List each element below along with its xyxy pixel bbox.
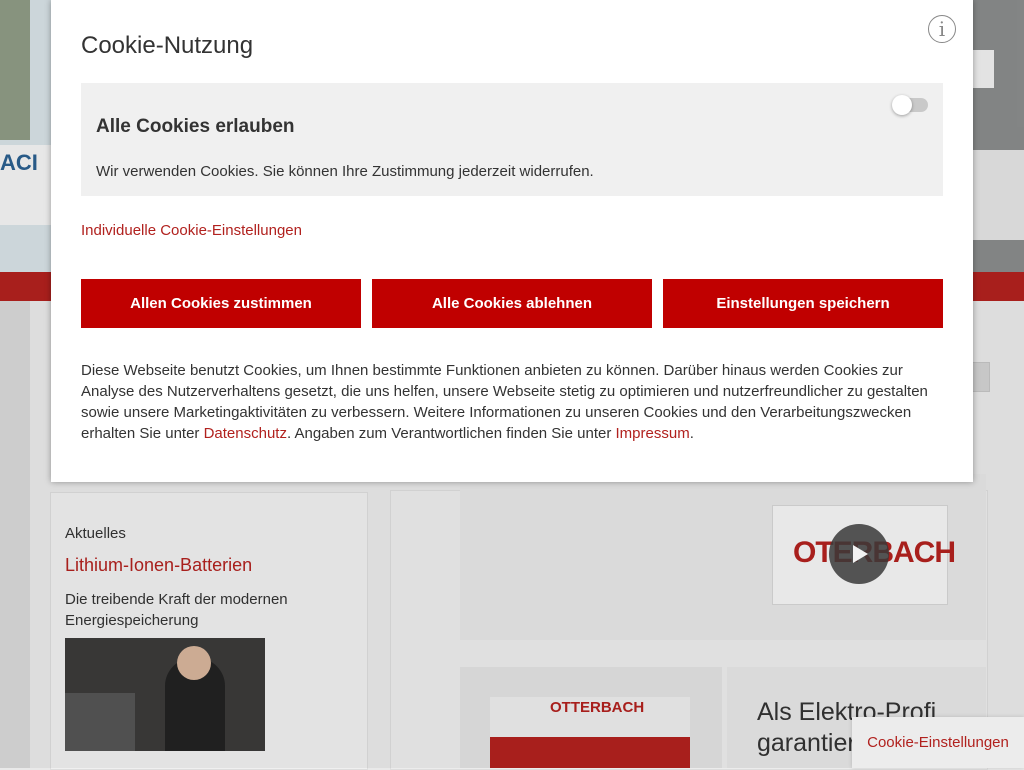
- accept-all-button[interactable]: Allen Cookies zustimmen: [81, 279, 361, 328]
- policy-text-part: .: [689, 425, 694, 442]
- imprint-link[interactable]: Impressum: [616, 425, 690, 442]
- cookie-consent-dialog: Cookie-Nutzung i Alle Cookies erlauben W…: [51, 0, 973, 482]
- cookie-settings-tab[interactable]: Cookie-Einstellungen: [852, 717, 1024, 768]
- allow-all-panel: Alle Cookies erlauben Wir verwenden Cook…: [81, 83, 943, 196]
- info-icon[interactable]: i: [928, 15, 956, 43]
- individual-settings-link[interactable]: Individuelle Cookie-Einstellungen: [81, 222, 302, 239]
- toggle-knob: [892, 95, 912, 115]
- privacy-link[interactable]: Datenschutz: [204, 425, 287, 442]
- allow-all-toggle[interactable]: [892, 95, 928, 115]
- allow-all-description: Wir verwenden Cookies. Sie können Ihre Z…: [96, 163, 594, 180]
- reject-all-button[interactable]: Alle Cookies ablehnen: [372, 279, 652, 328]
- allow-all-title: Alle Cookies erlauben: [96, 116, 295, 137]
- cookie-policy-text: Diese Webseite benutzt Cookies, um Ihnen…: [81, 360, 943, 444]
- policy-text-part: . Angaben zum Verantwortlichen finden Si…: [286, 425, 616, 442]
- save-settings-button[interactable]: Einstellungen speichern: [663, 279, 943, 328]
- dialog-title: Cookie-Nutzung: [81, 32, 254, 59]
